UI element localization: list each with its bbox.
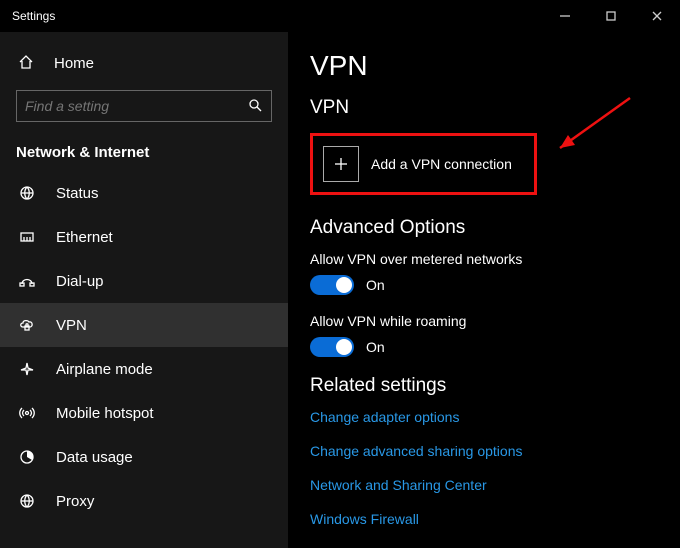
sidebar-item-label: Ethernet: [56, 229, 113, 246]
proxy-icon: [18, 493, 36, 509]
sidebar: Home Network & Internet Status Ethernet: [0, 32, 288, 548]
airplane-icon: [18, 361, 36, 377]
sidebar-item-label: Proxy: [56, 493, 94, 510]
search-box[interactable]: [16, 90, 272, 122]
sidebar-item-vpn[interactable]: VPN: [0, 303, 288, 347]
toggle-roaming[interactable]: [310, 337, 354, 357]
sidebar-item-label: Data usage: [56, 449, 133, 466]
home-icon: [18, 54, 34, 73]
option-metered-label: Allow VPN over metered networks: [310, 251, 680, 267]
sidebar-item-proxy[interactable]: Proxy: [0, 479, 288, 523]
nav-list: Status Ethernet Dial-up VPN: [0, 171, 288, 523]
window-controls: [542, 0, 680, 32]
category-title: Network & Internet: [0, 132, 288, 171]
plus-icon: [323, 146, 359, 182]
sidebar-item-data-usage[interactable]: Data usage: [0, 435, 288, 479]
sidebar-item-label: Airplane mode: [56, 361, 153, 378]
add-vpn-label: Add a VPN connection: [371, 156, 512, 172]
data-usage-icon: [18, 449, 36, 465]
minimize-icon: [557, 8, 573, 24]
section-title: VPN: [310, 97, 680, 119]
close-button[interactable]: [634, 0, 680, 32]
home-button[interactable]: Home: [0, 42, 288, 84]
link-network-sharing-center[interactable]: Network and Sharing Center: [310, 477, 680, 493]
search-icon: [247, 97, 263, 116]
option-metered: Allow VPN over metered networks On: [310, 251, 680, 295]
dialup-icon: [18, 273, 36, 289]
sidebar-item-airplane[interactable]: Airplane mode: [0, 347, 288, 391]
sidebar-item-hotspot[interactable]: Mobile hotspot: [0, 391, 288, 435]
sidebar-item-label: VPN: [56, 317, 87, 334]
search-input[interactable]: [25, 98, 247, 114]
vpn-icon: [18, 317, 36, 333]
link-windows-firewall[interactable]: Windows Firewall: [310, 511, 680, 527]
hotspot-icon: [18, 405, 36, 421]
toggle-metered[interactable]: [310, 275, 354, 295]
content-pane: VPN VPN Add a VPN connection Advanced Op…: [288, 32, 680, 548]
sidebar-item-status[interactable]: Status: [0, 171, 288, 215]
titlebar: Settings: [0, 0, 680, 32]
page-title: VPN: [310, 50, 680, 82]
maximize-icon: [603, 8, 619, 24]
link-adapter-options[interactable]: Change adapter options: [310, 409, 680, 425]
related-settings-title: Related settings: [310, 375, 680, 397]
sidebar-item-label: Dial-up: [56, 273, 104, 290]
ethernet-icon: [18, 229, 36, 245]
maximize-button[interactable]: [588, 0, 634, 32]
option-roaming: Allow VPN while roaming On: [310, 313, 680, 357]
status-icon: [18, 185, 36, 201]
sidebar-item-label: Mobile hotspot: [56, 405, 154, 422]
option-roaming-label: Allow VPN while roaming: [310, 313, 680, 329]
close-icon: [649, 8, 665, 24]
window-title: Settings: [12, 9, 55, 23]
home-label: Home: [54, 55, 94, 72]
advanced-options-title: Advanced Options: [310, 217, 680, 239]
sidebar-item-label: Status: [56, 185, 99, 202]
related-links: Change adapter options Change advanced s…: [310, 409, 680, 527]
toggle-roaming-state: On: [366, 339, 385, 355]
sidebar-item-ethernet[interactable]: Ethernet: [0, 215, 288, 259]
link-sharing-options[interactable]: Change advanced sharing options: [310, 443, 680, 459]
sidebar-item-dialup[interactable]: Dial-up: [0, 259, 288, 303]
add-vpn-button[interactable]: Add a VPN connection: [323, 146, 512, 182]
callout-box: Add a VPN connection: [310, 133, 537, 195]
minimize-button[interactable]: [542, 0, 588, 32]
toggle-metered-state: On: [366, 277, 385, 293]
